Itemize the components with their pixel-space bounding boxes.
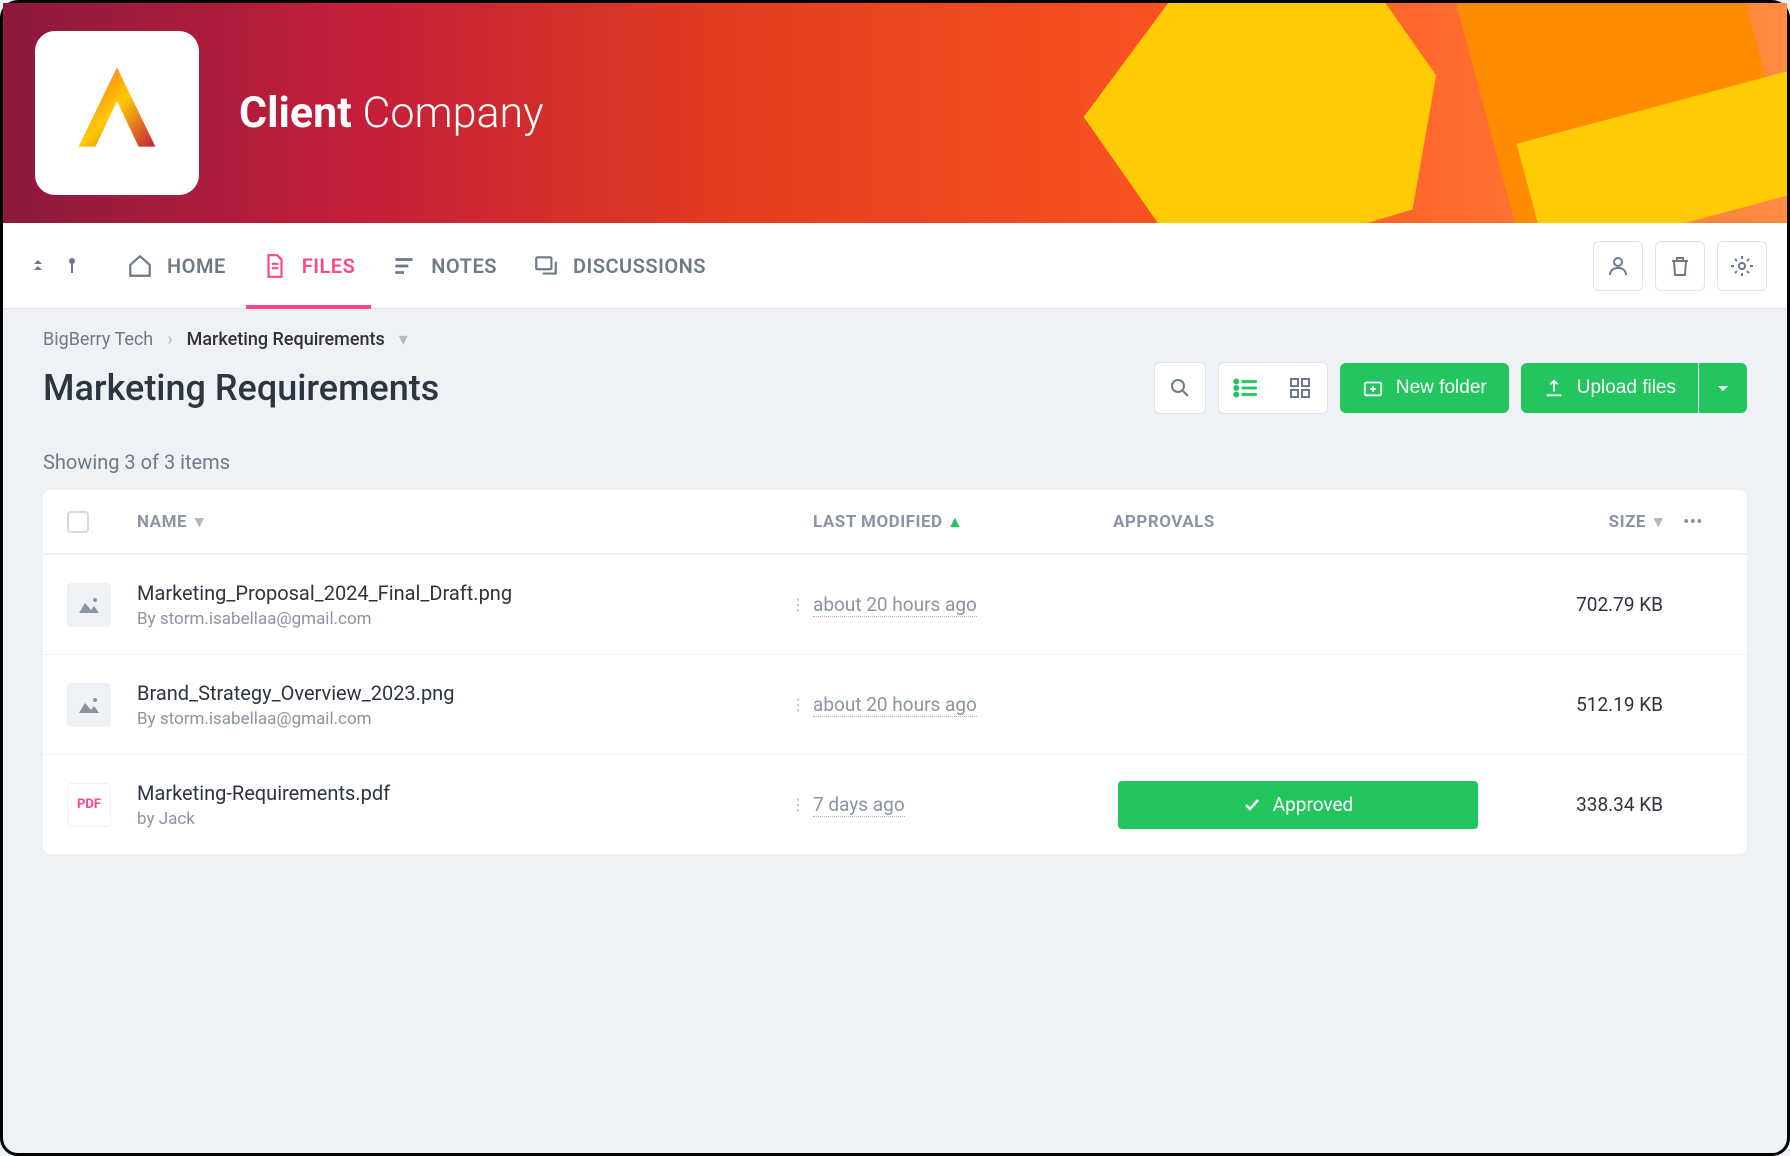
tab-files[interactable]: FILES bbox=[262, 223, 356, 309]
col-last-modified[interactable]: LAST MODIFIED▴ bbox=[813, 512, 1113, 532]
view-toggle bbox=[1218, 362, 1328, 414]
pin-icon[interactable] bbox=[57, 246, 87, 286]
approval-badge: Approved bbox=[1118, 781, 1478, 829]
col-more[interactable]: ••• bbox=[1663, 512, 1723, 532]
col-approvals[interactable]: APPROVALS bbox=[1113, 512, 1483, 532]
search-button[interactable] bbox=[1155, 363, 1205, 413]
col-size[interactable]: SIZE▾ bbox=[1483, 512, 1663, 532]
upload-files-button[interactable]: Upload files bbox=[1521, 363, 1698, 413]
tab-notes[interactable]: NOTES bbox=[391, 223, 497, 309]
col-name[interactable]: NAME▾ bbox=[137, 512, 783, 532]
image-file-icon bbox=[67, 683, 111, 727]
file-size: 702.79 KB bbox=[1483, 593, 1663, 616]
header-title: Client Company bbox=[239, 88, 544, 138]
tab-home-label: HOME bbox=[167, 254, 226, 278]
file-name: Marketing-Requirements.pdf bbox=[137, 781, 783, 805]
sort-desc-icon: ▾ bbox=[195, 512, 204, 532]
chevron-right-icon: › bbox=[167, 329, 172, 350]
item-count-label: Showing 3 of 3 items bbox=[43, 450, 1747, 474]
trash-button[interactable] bbox=[1655, 241, 1705, 291]
file-modified: about 20 hours ago bbox=[813, 593, 977, 617]
upload-icon bbox=[1543, 377, 1565, 399]
list-view-button[interactable] bbox=[1219, 363, 1273, 413]
page-title: Marketing Requirements bbox=[43, 367, 439, 409]
chat-icon bbox=[533, 253, 559, 279]
home-icon bbox=[127, 253, 153, 279]
tab-files-label: FILES bbox=[302, 254, 356, 278]
tab-notes-label: NOTES bbox=[431, 254, 497, 278]
row-menu-icon[interactable]: ⋮ bbox=[783, 595, 813, 614]
tab-discussions-label: DISCUSSIONS bbox=[573, 254, 706, 278]
table-header: NAME▾ LAST MODIFIED▴ APPROVALS SIZE▾ ••• bbox=[43, 490, 1747, 554]
file-table: NAME▾ LAST MODIFIED▴ APPROVALS SIZE▾ •••… bbox=[43, 490, 1747, 854]
file-name: Brand_Strategy_Overview_2023.png bbox=[137, 681, 783, 705]
file-size: 338.34 KB bbox=[1483, 793, 1663, 816]
grid-view-button[interactable] bbox=[1273, 363, 1327, 413]
table-row[interactable]: Brand_Strategy_Overview_2023.png By stor… bbox=[43, 654, 1747, 754]
banner-decoration bbox=[806, 3, 1787, 223]
upload-dropdown-button[interactable] bbox=[1699, 363, 1747, 413]
file-modified: about 20 hours ago bbox=[813, 693, 977, 717]
pdf-file-icon: PDF bbox=[67, 783, 111, 827]
chevron-down-icon bbox=[1716, 381, 1730, 395]
user-button[interactable] bbox=[1593, 241, 1643, 291]
file-author: by Jack bbox=[137, 809, 783, 829]
file-author: By storm.isabellaa@gmail.com bbox=[137, 709, 783, 729]
file-modified: 7 days ago bbox=[813, 793, 905, 817]
sort-asc-icon: ▴ bbox=[951, 512, 960, 532]
table-row[interactable]: Marketing_Proposal_2024_Final_Draft.png … bbox=[43, 554, 1747, 654]
image-file-icon bbox=[67, 583, 111, 627]
chevron-down-icon[interactable]: ▾ bbox=[399, 329, 408, 350]
collapse-icon[interactable] bbox=[23, 246, 53, 286]
breadcrumb-current[interactable]: Marketing Requirements bbox=[187, 329, 385, 350]
table-row[interactable]: PDF Marketing-Requirements.pdf by Jack ⋮… bbox=[43, 754, 1747, 854]
file-icon bbox=[262, 253, 288, 279]
row-menu-icon[interactable]: ⋮ bbox=[783, 795, 813, 814]
file-size: 512.19 KB bbox=[1483, 693, 1663, 716]
tab-home[interactable]: HOME bbox=[127, 223, 226, 309]
select-all-checkbox[interactable] bbox=[67, 511, 89, 533]
file-author: By storm.isabellaa@gmail.com bbox=[137, 609, 783, 629]
notes-icon bbox=[391, 253, 417, 279]
header-banner: Client Company bbox=[3, 3, 1787, 223]
file-name: Marketing_Proposal_2024_Final_Draft.png bbox=[137, 581, 783, 605]
row-menu-icon[interactable]: ⋮ bbox=[783, 695, 813, 714]
new-folder-button[interactable]: New folder bbox=[1340, 363, 1509, 413]
company-logo bbox=[35, 31, 199, 195]
folder-plus-icon bbox=[1362, 377, 1384, 399]
tab-discussions[interactable]: DISCUSSIONS bbox=[533, 223, 706, 309]
settings-button[interactable] bbox=[1717, 241, 1767, 291]
check-icon bbox=[1243, 796, 1261, 814]
breadcrumb: BigBerry Tech › Marketing Requirements ▾ bbox=[43, 329, 1747, 350]
sort-desc-icon: ▾ bbox=[1654, 512, 1663, 532]
nav-bar: HOME FILES NOTES DISCUSSIONS bbox=[3, 223, 1787, 309]
breadcrumb-root[interactable]: BigBerry Tech bbox=[43, 329, 153, 350]
